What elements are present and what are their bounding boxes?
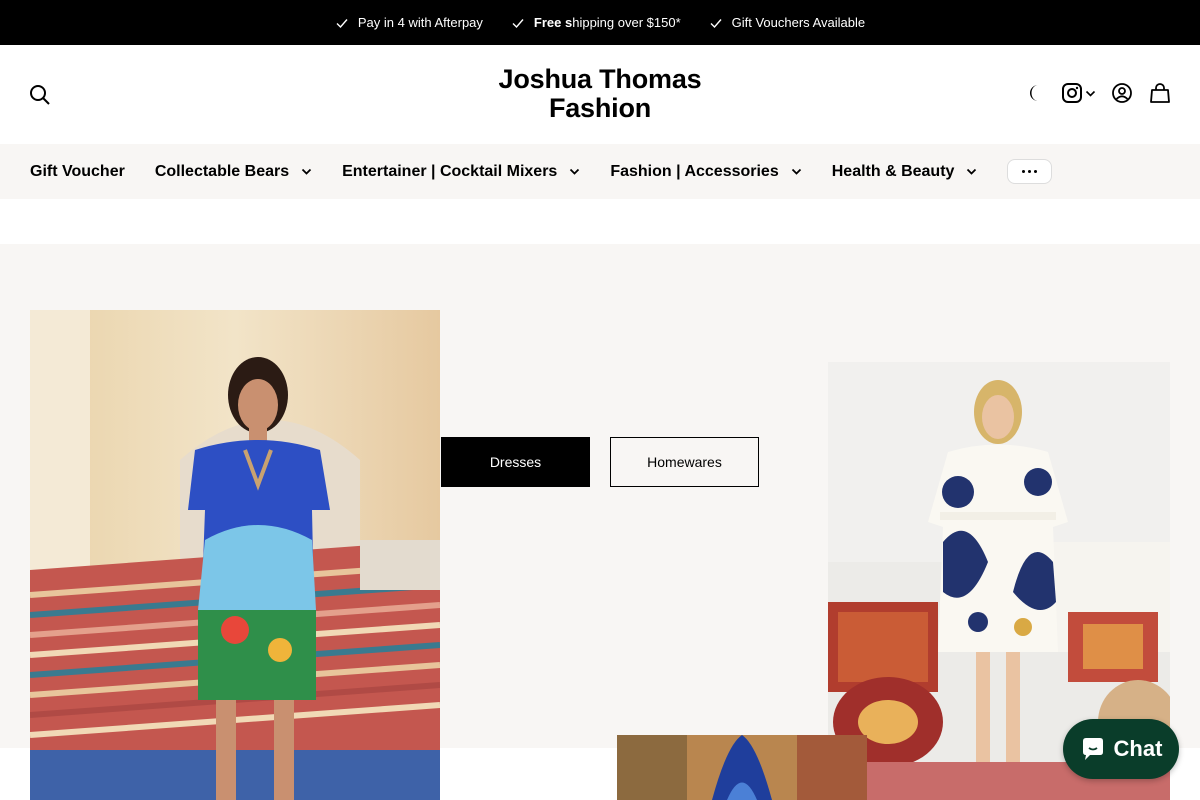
instagram-icon (1062, 83, 1082, 103)
chat-label: Chat (1113, 736, 1163, 761)
announcement-item-afterpay: Pay in 4 with Afterpay (335, 15, 483, 30)
announcement-text: Gift Vouchers Available (731, 15, 866, 30)
ellipsis-dot (1034, 170, 1038, 173)
hero-button-row: Dresses Homewares (441, 437, 759, 487)
header-icons (1023, 81, 1172, 105)
announcement-text: Free shipping over $150* (534, 15, 681, 30)
logo-line-2: Fashion (548, 93, 652, 123)
announcement-text: Pay in 4 with Afterpay (357, 15, 483, 30)
main-nav: Gift Voucher Collectable Bears Entertain… (0, 144, 1200, 199)
chat-bubble-icon (1082, 738, 1103, 760)
nav-item-label: Collectable Bears (154, 162, 290, 180)
ellipsis-dot (1022, 170, 1026, 173)
site-logo[interactable]: Joshua Thomas Fashion (450, 65, 750, 123)
announcement-item-shipping: Free shipping over $150* (511, 15, 681, 30)
nav-item-gift-voucher[interactable]: Gift Voucher (30, 163, 125, 181)
announcement-bold: Free s (533, 15, 573, 30)
chevron-down-icon (791, 168, 801, 175)
announcement-rest: hipping over $150* (572, 15, 681, 30)
moon-icon (1030, 85, 1038, 101)
nav-item-label: Gift Voucher (30, 162, 125, 180)
nav-item-label: Fashion | Accessories (610, 162, 779, 180)
chevron-down-icon (967, 168, 977, 175)
photo-tropical-dress (30, 310, 440, 800)
chevron-down-icon (570, 168, 580, 175)
nav-item-collectable-bears[interactable]: Collectable Bears (155, 163, 312, 181)
bag-icon (1150, 83, 1170, 103)
logo-line-1: Joshua Thomas (498, 64, 702, 94)
nav-item-label: Health & Beauty (831, 162, 955, 180)
ellipsis-dot (1028, 170, 1032, 173)
account-button[interactable] (1110, 81, 1134, 105)
check-icon (512, 18, 524, 28)
account-icon (1112, 83, 1132, 103)
nav-more-button[interactable] (1007, 159, 1053, 184)
nav-item-label: Entertainer | Cocktail Mixers (342, 162, 558, 180)
nav-item-health-beauty[interactable]: Health & Beauty (832, 163, 978, 181)
homewares-button[interactable]: Homewares (610, 437, 759, 487)
hero-image-third[interactable] (617, 735, 867, 800)
nav-item-fashion-accessories[interactable]: Fashion | Accessories (610, 163, 801, 181)
social-dropdown[interactable] (1061, 82, 1096, 104)
chat-button[interactable]: Chat (1063, 719, 1179, 779)
photo-third (617, 735, 867, 800)
chevron-down-icon (1085, 90, 1096, 97)
announcement-item-vouchers: Gift Vouchers Available (709, 15, 865, 30)
site-header: Joshua Thomas Fashion (0, 45, 1200, 144)
check-icon (336, 18, 348, 28)
check-icon (710, 18, 722, 28)
nav-item-entertainer[interactable]: Entertainer | Cocktail Mixers (342, 163, 580, 181)
search-button[interactable] (28, 83, 52, 107)
announcement-bar: Pay in 4 with Afterpay Free shipping ove… (0, 0, 1200, 45)
hero-image-tropical-dress[interactable] (30, 310, 440, 800)
dresses-button[interactable]: Dresses (441, 437, 590, 487)
cart-button[interactable] (1148, 81, 1172, 105)
theme-toggle-button[interactable] (1023, 81, 1047, 105)
chevron-down-icon (301, 168, 312, 175)
search-icon (30, 85, 50, 105)
